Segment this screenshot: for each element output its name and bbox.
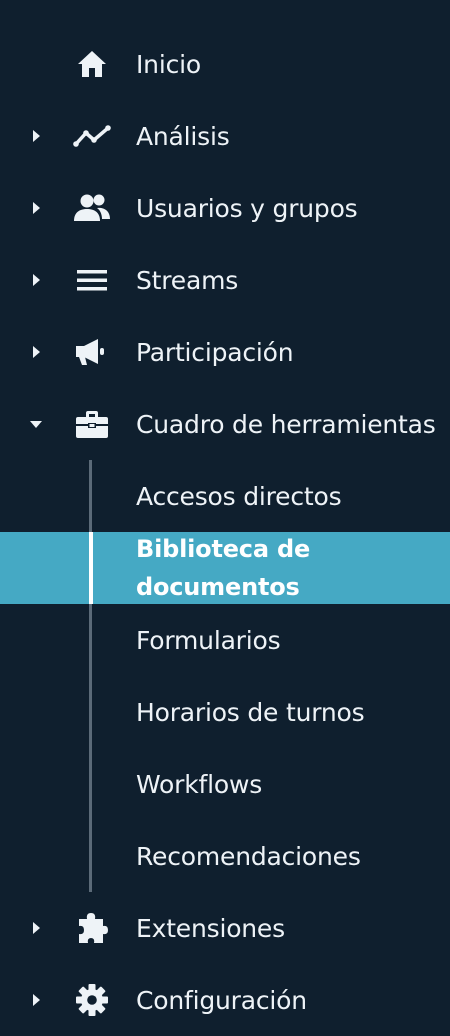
sidebar-item-inicio[interactable]: Inicio — [0, 28, 450, 100]
chevron-right-icon[interactable] — [28, 344, 44, 360]
sidebar-nav: Inicio Análisis Usuarios y grupos Stream… — [0, 0, 450, 1036]
chevron-right-icon[interactable] — [28, 992, 44, 1008]
chevron-down-icon[interactable] — [28, 416, 44, 432]
subitem-biblioteca-documentos[interactable]: Biblioteca de documentos — [0, 532, 450, 604]
subitem-label: Workflows — [136, 769, 263, 799]
analytics-icon — [72, 116, 112, 156]
sidebar-item-streams[interactable]: Streams — [0, 244, 450, 316]
sidebar-item-analisis[interactable]: Análisis — [0, 100, 450, 172]
sidebar-item-label: Usuarios y grupos — [136, 193, 358, 223]
sidebar-item-label: Cuadro de herramientas — [136, 409, 436, 439]
subitem-label: Recomendaciones — [136, 841, 361, 871]
sidebar-item-label: Inicio — [136, 49, 201, 79]
sidebar-item-label: Streams — [136, 265, 239, 295]
sidebar-item-participacion[interactable]: Participación — [0, 316, 450, 388]
sidebar-item-label: Configuración — [136, 985, 307, 1015]
subitem-label: Formularios — [136, 625, 281, 655]
sidebar-item-usuarios[interactable]: Usuarios y grupos — [0, 172, 450, 244]
chevron-right-icon[interactable] — [28, 920, 44, 936]
sidebar-item-label: Participación — [136, 337, 294, 367]
chevron-right-icon[interactable] — [28, 128, 44, 144]
subitem-workflows[interactable]: Workflows — [0, 748, 450, 820]
subitem-label: Biblioteca de documentos — [136, 535, 311, 601]
puzzle-icon — [72, 908, 112, 948]
streams-icon — [72, 260, 112, 300]
subitem-recomendaciones[interactable]: Recomendaciones — [0, 820, 450, 892]
home-icon — [72, 44, 112, 84]
users-icon — [72, 188, 112, 228]
megaphone-icon — [72, 332, 112, 372]
chevron-right-icon[interactable] — [28, 200, 44, 216]
sidebar-item-label: Análisis — [136, 121, 230, 151]
subitem-formularios[interactable]: Formularios — [0, 604, 450, 676]
toolbox-icon — [72, 404, 112, 444]
subitem-label: Horarios de turnos — [136, 697, 365, 727]
sidebar-item-extensiones[interactable]: Extensiones — [0, 892, 450, 964]
gear-icon — [72, 980, 112, 1020]
subitem-accesos-directos[interactable]: Accesos directos — [0, 460, 450, 532]
subitem-label: Accesos directos — [136, 481, 342, 511]
sidebar-item-configuracion[interactable]: Configuración — [0, 964, 450, 1036]
sidebar-item-label: Extensiones — [136, 913, 285, 943]
chevron-right-icon[interactable] — [28, 272, 44, 288]
sidebar-item-cuadro-herramientas[interactable]: Cuadro de herramientas — [0, 388, 450, 460]
subitem-horarios-turnos[interactable]: Horarios de turnos — [0, 676, 450, 748]
